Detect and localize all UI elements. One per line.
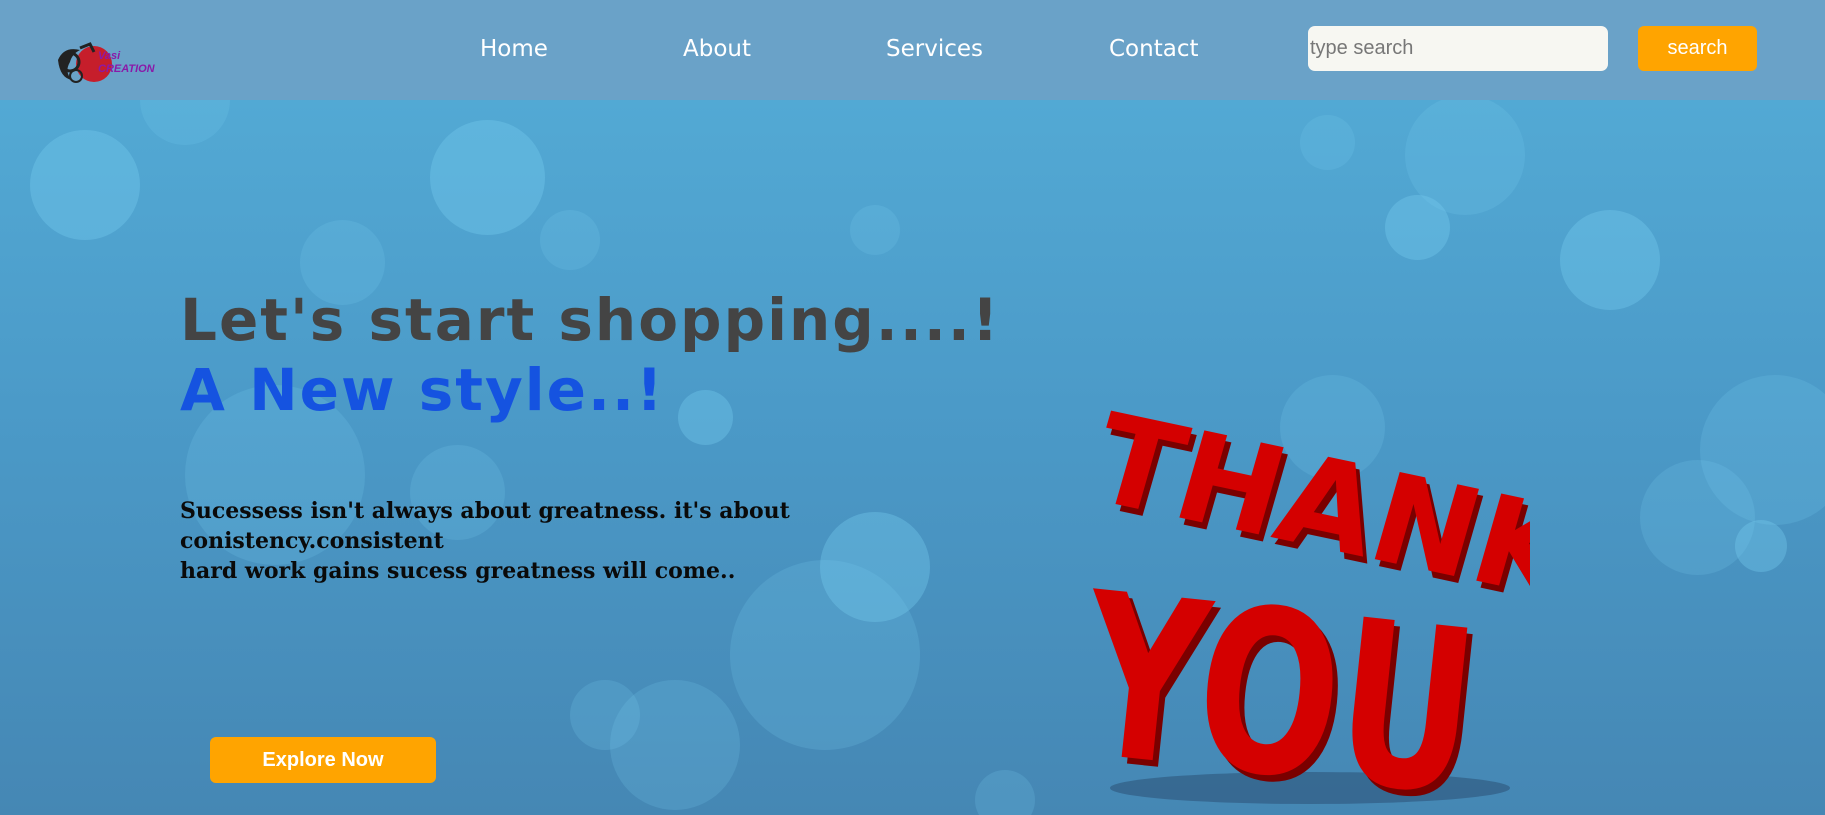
nav-link-contact[interactable]: Contact bbox=[1109, 34, 1198, 64]
nav-link-home[interactable]: Home bbox=[480, 34, 548, 64]
nav-link-services[interactable]: Services bbox=[886, 34, 983, 64]
thank-you-3d-image: THANK THANK YOU YOU bbox=[1070, 388, 1530, 815]
hero-tagline: Sucessess isn't always about greatness. … bbox=[180, 496, 800, 586]
you-text: YOU bbox=[1070, 544, 1487, 815]
top-navbar: Vasi CREATION Home About Services Contac… bbox=[0, 0, 1825, 100]
explore-now-button[interactable]: Explore Now bbox=[210, 737, 436, 783]
hero-headline: Let's start shopping....! bbox=[180, 286, 1001, 354]
tagline-line: hard work gains sucess greatness will co… bbox=[180, 558, 736, 584]
logo-wordmark: Vasi CREATION bbox=[98, 50, 155, 75]
tagline-line: Sucessess isn't always about greatness. … bbox=[180, 498, 790, 524]
hero-subheadline: A New style..! bbox=[180, 356, 665, 424]
search-button[interactable]: search bbox=[1638, 26, 1757, 71]
tagline-line: conistency.consistent bbox=[180, 528, 444, 554]
nav-link-about[interactable]: About bbox=[683, 34, 751, 64]
search-input[interactable] bbox=[1308, 26, 1608, 71]
brand-logo[interactable]: Vasi CREATION bbox=[52, 38, 155, 100]
